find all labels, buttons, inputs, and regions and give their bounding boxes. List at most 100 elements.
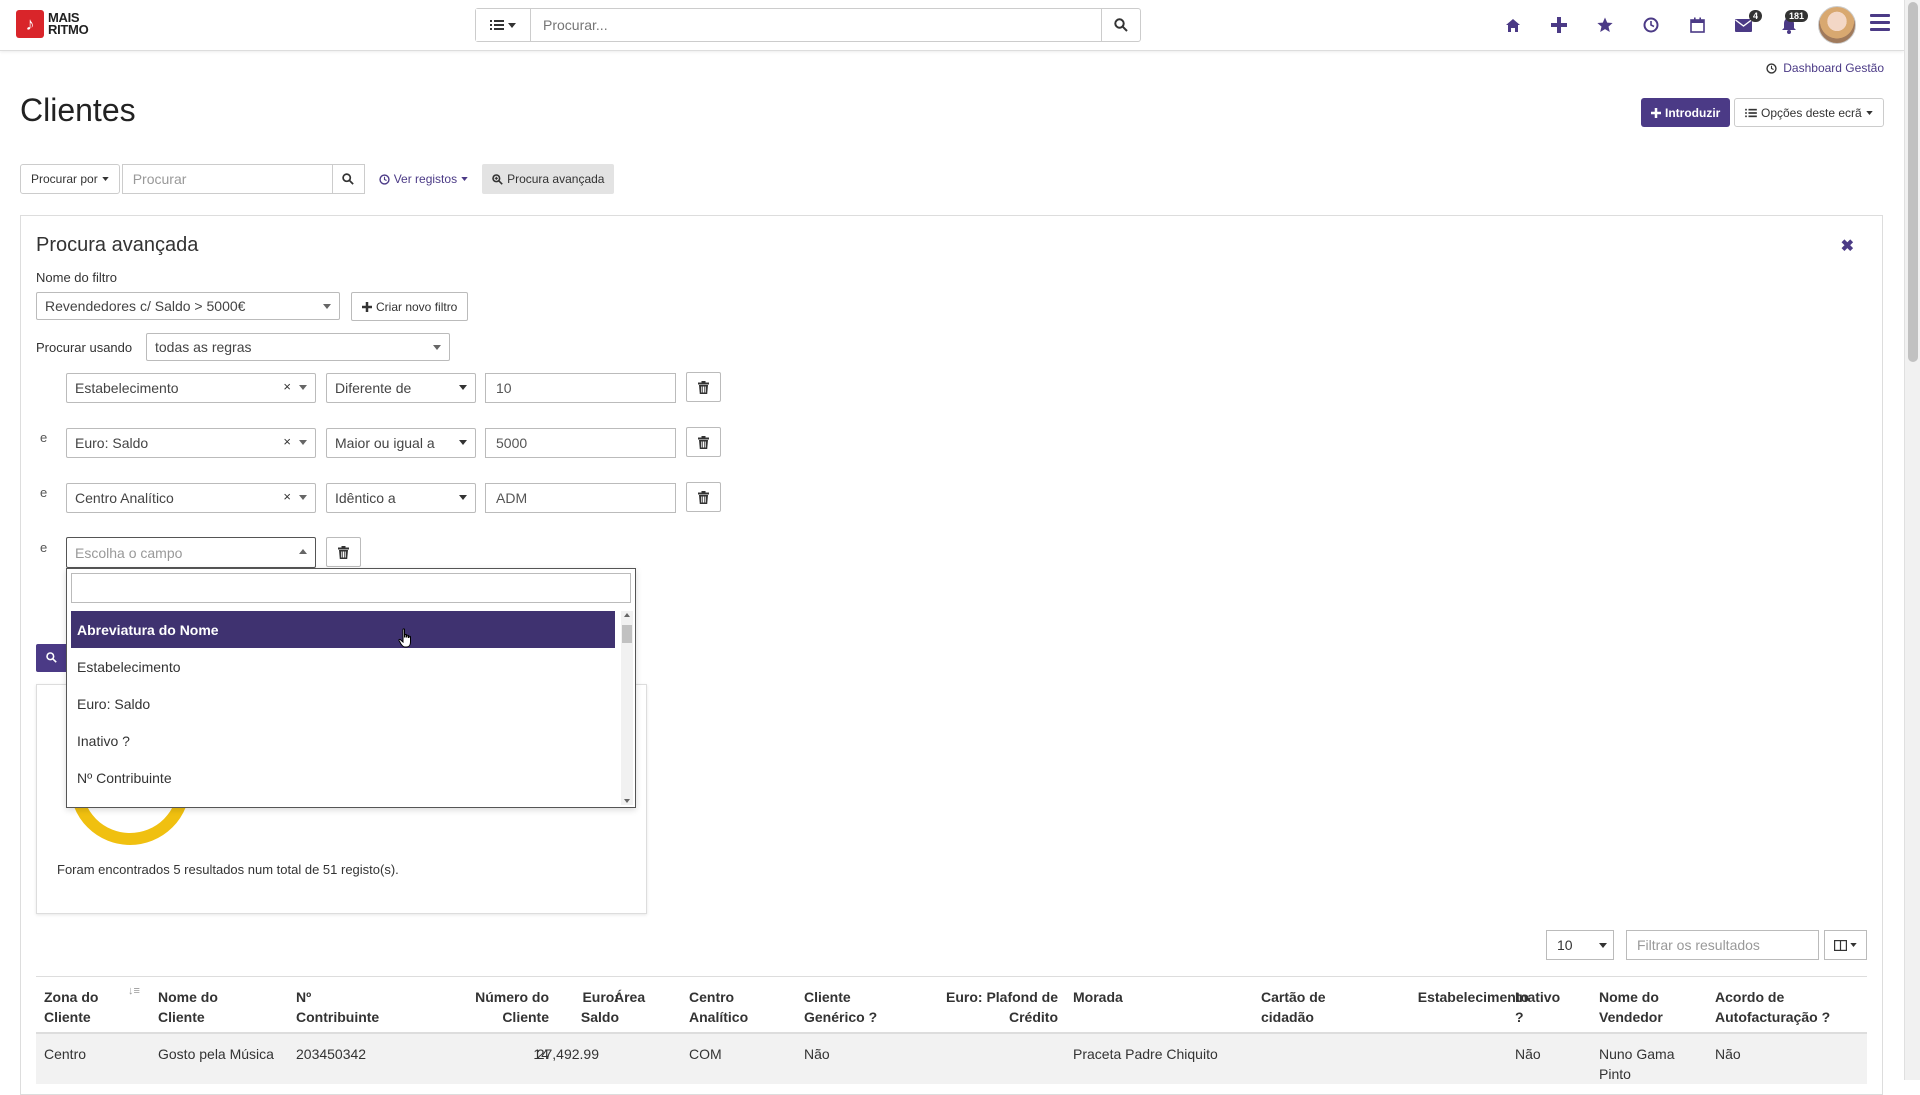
hand-cursor-icon: [398, 628, 411, 648]
rule-operator-select[interactable]: Maior ou igual a: [326, 428, 476, 458]
new-filter-button[interactable]: Criar novo filtro: [351, 292, 469, 321]
column-header-generico[interactable]: Cliente Genérico ?: [804, 987, 877, 1027]
dropdown-options: Abreviatura do Nome Estabelecimento Euro…: [71, 611, 615, 796]
page-scrollbar-thumb[interactable]: [1908, 2, 1918, 362]
dropdown-scrollbar[interactable]: [621, 611, 633, 805]
rule-operator-select[interactable]: Diferente de: [326, 373, 476, 403]
column-header-numero[interactable]: Número do Cliente: [436, 987, 549, 1027]
column-header-estabelecimento[interactable]: Estabelecimento: [1376, 987, 1529, 1007]
advanced-search-toggle[interactable]: Procura avançada: [482, 164, 615, 194]
search-toolbar: Procurar por Procurar Ver registos Procu…: [20, 164, 615, 194]
history-button[interactable]: [1628, 6, 1674, 44]
screen-options-button[interactable]: Opções deste ecrã: [1734, 98, 1884, 127]
column-header-contribuinte[interactable]: Nº Contribuinte: [296, 987, 379, 1027]
caret-down-icon: [459, 495, 467, 500]
clear-icon[interactable]: ×: [283, 489, 291, 504]
table-header: Zona do Cliente ↓≡ Nome do Cliente Nº Contr…: [36, 976, 1867, 1034]
column-header-centro[interactable]: Centro Analítico: [689, 987, 748, 1027]
favorites-button[interactable]: [1582, 6, 1628, 44]
add-button[interactable]: [1536, 6, 1582, 44]
rule-value-input[interactable]: 5000: [485, 428, 676, 458]
column-header-acordo[interactable]: Acordo de Autofacturação ?: [1715, 987, 1830, 1027]
global-search-button[interactable]: [1101, 9, 1140, 41]
new-filter-label: Criar novo filtro: [376, 299, 458, 314]
scroll-down-icon[interactable]: [624, 799, 630, 803]
search-icon: [46, 652, 57, 663]
column-header-morada[interactable]: Morada: [1073, 987, 1123, 1007]
search-using-select[interactable]: todas as regras: [146, 333, 450, 361]
rule-field-select[interactable]: Euro: Saldo ×: [66, 428, 316, 458]
rule-value-input[interactable]: 10: [485, 373, 676, 403]
notifications-button[interactable]: 181: [1766, 6, 1812, 44]
column-header-zona[interactable]: Zona do Cliente: [44, 987, 98, 1027]
rule-value-input[interactable]: ADM: [485, 483, 676, 513]
column-header-inativo[interactable]: Inativo?: [1515, 987, 1560, 1027]
caret-down-icon: [299, 385, 307, 390]
clock-icon: [1766, 62, 1777, 74]
list-icon: [1745, 108, 1757, 117]
page-size-select[interactable]: 10: [1546, 930, 1614, 960]
dropdown-scrollbar-thumb[interactable]: [622, 625, 632, 643]
column-header-saldo[interactable]: Euro: Saldo: [556, 987, 619, 1027]
dropdown-option[interactable]: Euro: Saldo: [71, 685, 615, 722]
search-button[interactable]: [331, 164, 365, 194]
column-header-area[interactable]: Área: [614, 987, 645, 1007]
rule-operator-value: Maior ou igual a: [335, 435, 435, 451]
rule-field-select-open[interactable]: Escolha o campo: [66, 537, 316, 568]
dropdown-option[interactable]: Inativo ?: [71, 722, 615, 759]
column-header-cartao[interactable]: Cartão de cidadão: [1261, 987, 1326, 1027]
introduce-button[interactable]: Introduzir: [1641, 98, 1731, 127]
dropdown-option[interactable]: Abreviatura do Nome: [71, 611, 615, 648]
delete-rule-button[interactable]: [686, 482, 721, 512]
page-scrollbar[interactable]: [1904, 0, 1920, 1080]
search-using-value: todas as regras: [155, 339, 252, 355]
delete-rule-button[interactable]: [326, 537, 361, 567]
cell-inativo: Não: [1515, 1046, 1541, 1062]
column-header-plafond[interactable]: Euro: Plafond de Crédito: [916, 987, 1058, 1027]
scroll-up-icon[interactable]: [624, 613, 630, 617]
columns-button[interactable]: [1824, 930, 1867, 960]
delete-rule-button[interactable]: [686, 372, 721, 402]
dropdown-search-input[interactable]: [71, 573, 631, 603]
search-submit-button[interactable]: [36, 644, 66, 672]
cell-nome: Gosto pela Música: [158, 1046, 274, 1062]
rule-field-value: Euro: Saldo: [75, 435, 149, 451]
envelope-icon: [1734, 18, 1752, 32]
dashboard-link[interactable]: Dashboard Gestão: [1766, 61, 1884, 75]
rule-field-select[interactable]: Estabelecimento ×: [66, 373, 316, 403]
messages-badge: 4: [1748, 10, 1762, 22]
results-summary: Foram encontrados 5 resultados num total…: [57, 862, 399, 877]
delete-rule-button[interactable]: [686, 427, 721, 457]
main-menu-button[interactable]: [1870, 14, 1890, 34]
calendar-button[interactable]: [1674, 6, 1720, 44]
search-using-label: Procurar usando: [36, 340, 133, 355]
rule-operator-select[interactable]: Idêntico a: [326, 483, 476, 513]
rule-field-select[interactable]: Centro Analítico ×: [66, 483, 316, 513]
filter-name-select[interactable]: Revendedores c/ Saldo > 5000€: [36, 292, 340, 320]
dropdown-option[interactable]: Estabelecimento: [71, 648, 615, 685]
top-navbar: ♪ MAIS RITMO 4: [0, 0, 1904, 51]
filter-results-input[interactable]: Filtrar os resultados: [1626, 930, 1819, 960]
search-input[interactable]: Procurar: [121, 164, 332, 194]
sort-icon[interactable]: ↓≡: [128, 985, 140, 997]
global-search-input[interactable]: [531, 9, 1101, 41]
home-button[interactable]: [1490, 6, 1536, 44]
app-logo[interactable]: ♪ MAIS RITMO: [16, 10, 89, 38]
clear-icon[interactable]: ×: [283, 434, 291, 449]
search-by-dropdown[interactable]: Procurar por: [20, 164, 120, 194]
trash-icon: [698, 435, 709, 449]
view-records-dropdown[interactable]: Ver registos: [379, 172, 468, 186]
search-scope-button[interactable]: [476, 9, 531, 41]
trash-icon: [698, 490, 709, 504]
close-icon[interactable]: ✖: [1841, 236, 1854, 256]
messages-button[interactable]: 4: [1720, 6, 1766, 44]
column-header-nome[interactable]: Nome do Cliente: [158, 987, 218, 1027]
table-row[interactable]: Centro Gosto pela Música 203450342 14 27…: [36, 1034, 1867, 1084]
view-records-label: Ver registos: [393, 172, 458, 186]
user-avatar[interactable]: [1818, 6, 1856, 44]
cell-saldo: 27,492.99: [536, 1046, 599, 1062]
clear-icon[interactable]: ×: [283, 379, 291, 394]
dropdown-option[interactable]: Nº Contribuinte: [71, 759, 615, 796]
column-header-vendedor[interactable]: Nome do Vendedor: [1599, 987, 1663, 1027]
caret-down-icon: [1866, 110, 1873, 115]
